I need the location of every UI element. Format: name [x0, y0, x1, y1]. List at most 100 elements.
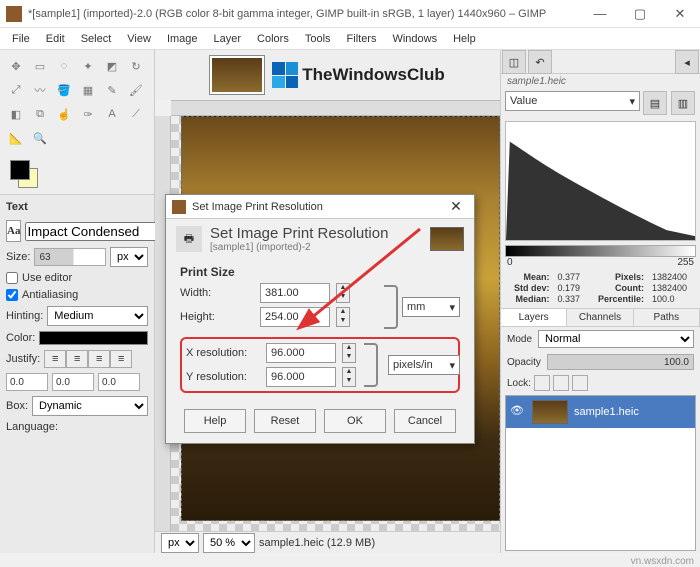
help-button[interactable]: Help [184, 409, 246, 433]
menu-colors[interactable]: Colors [249, 31, 297, 47]
menu-view[interactable]: View [119, 31, 159, 47]
tool-text[interactable]: A [100, 102, 124, 126]
tool-picker[interactable]: ⟋ [124, 102, 148, 126]
opacity-label: Opacity [507, 357, 541, 368]
tool-brush[interactable]: 🖌 [124, 78, 148, 102]
menu-file[interactable]: File [4, 31, 38, 47]
lock-pixels-icon[interactable] [534, 375, 550, 391]
eye-icon[interactable]: 👁 [510, 404, 526, 420]
justify-center[interactable]: ≡ [88, 350, 110, 368]
text-color-button[interactable] [39, 331, 148, 345]
tool-path[interactable]: ✑ [76, 102, 100, 126]
lang-label: Language: [6, 421, 58, 433]
lock-label: Lock: [507, 378, 531, 389]
mode-select[interactable]: Normal [538, 330, 694, 348]
tool-crop[interactable]: ◩ [100, 54, 124, 78]
menu-filters[interactable]: Filters [339, 31, 385, 47]
yres-spinner[interactable]: ▲▼ [342, 367, 356, 387]
color-swatches[interactable] [0, 154, 154, 194]
window-title: *[sample1] (imported)-2.0 (RGB color 8-b… [28, 8, 580, 20]
menu-windows[interactable]: Windows [384, 31, 445, 47]
indent-spin[interactable]: 0.0 [6, 373, 48, 391]
menu-help[interactable]: Help [445, 31, 484, 47]
use-editor-check[interactable]: Use editor [6, 272, 148, 284]
justify-right[interactable]: ≡ [66, 350, 88, 368]
xres-field[interactable]: 96.000 [266, 343, 336, 363]
size-link-icon[interactable] [384, 285, 398, 329]
dock-tab-undo[interactable]: ↶ [528, 50, 552, 74]
layer-row[interactable]: 👁 sample1.heic [506, 396, 695, 428]
ok-button[interactable]: OK [324, 409, 386, 433]
height-field[interactable]: 254.00 [260, 307, 330, 327]
tool-pencil[interactable]: ✎ [100, 78, 124, 102]
lock-alpha-icon[interactable] [572, 375, 588, 391]
res-unit-select[interactable]: pixels/in▾ [388, 355, 460, 375]
options-title: Text [6, 201, 148, 213]
tool-scale[interactable]: ⤢ [4, 78, 28, 102]
dock-tab-histogram[interactable]: ◫ [502, 50, 526, 74]
printer-icon: 🖶 [176, 226, 202, 252]
tool-clone[interactable]: ⧉ [28, 102, 52, 126]
range-hi: 255 [677, 257, 694, 268]
minimize-button[interactable]: — [580, 0, 620, 28]
justify-fill[interactable]: ≡ [110, 350, 132, 368]
size-unit[interactable]: px [110, 247, 148, 267]
close-button[interactable]: ✕ [660, 0, 700, 28]
menu-select[interactable]: Select [73, 31, 120, 47]
height-spinner[interactable]: ▲▼ [336, 307, 350, 327]
tool-move[interactable]: ✥ [4, 54, 28, 78]
ruler-horizontal[interactable] [171, 100, 500, 116]
cancel-button[interactable]: Cancel [394, 409, 456, 433]
tool-eraser[interactable]: ◧ [4, 102, 28, 126]
menu-image[interactable]: Image [159, 31, 206, 47]
dialog-sub: [sample1] (imported)-2 [210, 242, 388, 253]
size-slider[interactable]: 63 [34, 248, 106, 266]
lock-pos-icon[interactable] [553, 375, 569, 391]
dialog-close-button[interactable]: ✕ [444, 198, 468, 215]
tool-rotate[interactable]: ↻ [124, 54, 148, 78]
justify-left[interactable]: ≡ [44, 350, 66, 368]
menu-edit[interactable]: Edit [38, 31, 73, 47]
tool-smudge[interactable]: ☝ [52, 102, 76, 126]
tab-channels[interactable]: Channels [567, 309, 633, 326]
reset-button[interactable]: Reset [254, 409, 316, 433]
hinting-select[interactable]: Medium [47, 306, 148, 326]
channel-select[interactable]: Value▾ [505, 91, 640, 111]
hist-log-icon[interactable]: ▥ [671, 91, 695, 115]
res-link-icon[interactable] [364, 343, 378, 387]
layer-name: sample1.heic [574, 406, 639, 418]
width-field[interactable]: 381.00 [260, 283, 330, 303]
layer-list[interactable]: 👁 sample1.heic [505, 395, 696, 551]
yres-field[interactable]: 96.000 [266, 367, 336, 387]
tool-rect-select[interactable]: ▭ [28, 54, 52, 78]
font-picker-button[interactable]: Aa [6, 220, 21, 242]
antialias-check[interactable]: Antialiasing [6, 289, 148, 301]
tool-free-select[interactable]: ◌ [52, 54, 76, 78]
menu-layer[interactable]: Layer [206, 31, 250, 47]
hist-lin-icon[interactable]: ▤ [643, 91, 667, 115]
menu-tools[interactable]: Tools [297, 31, 339, 47]
histogram-gradient[interactable] [505, 245, 696, 257]
tool-zoom[interactable]: 🔍 [28, 126, 52, 150]
xres-spinner[interactable]: ▲▼ [342, 343, 356, 363]
image-thumbnail[interactable] [210, 56, 264, 94]
zoom-select[interactable]: 50 % [203, 533, 255, 553]
box-select[interactable]: Dynamic [32, 396, 148, 416]
tab-paths[interactable]: Paths [634, 309, 700, 326]
tool-warp[interactable]: 〰 [28, 78, 52, 102]
fg-color[interactable] [10, 160, 30, 180]
dock-tab-config[interactable]: ◂ [675, 50, 699, 74]
tool-bucket[interactable]: 🪣 [52, 78, 76, 102]
maximize-button[interactable]: ▢ [620, 0, 660, 28]
line-spin[interactable]: 0.0 [52, 373, 94, 391]
width-spinner[interactable]: ▲▼ [336, 283, 350, 303]
histogram [505, 121, 696, 241]
tool-gradient[interactable]: ▦ [76, 78, 100, 102]
letter-spin[interactable]: 0.0 [98, 373, 140, 391]
tab-layers[interactable]: Layers [501, 309, 567, 326]
size-unit-select[interactable]: mm▾ [402, 297, 460, 317]
opacity-slider[interactable]: 100.0 [547, 354, 694, 370]
unit-select[interactable]: px [161, 533, 199, 553]
tool-fuzzy[interactable]: ✦ [76, 54, 100, 78]
tool-measure[interactable]: 📐 [4, 126, 28, 150]
